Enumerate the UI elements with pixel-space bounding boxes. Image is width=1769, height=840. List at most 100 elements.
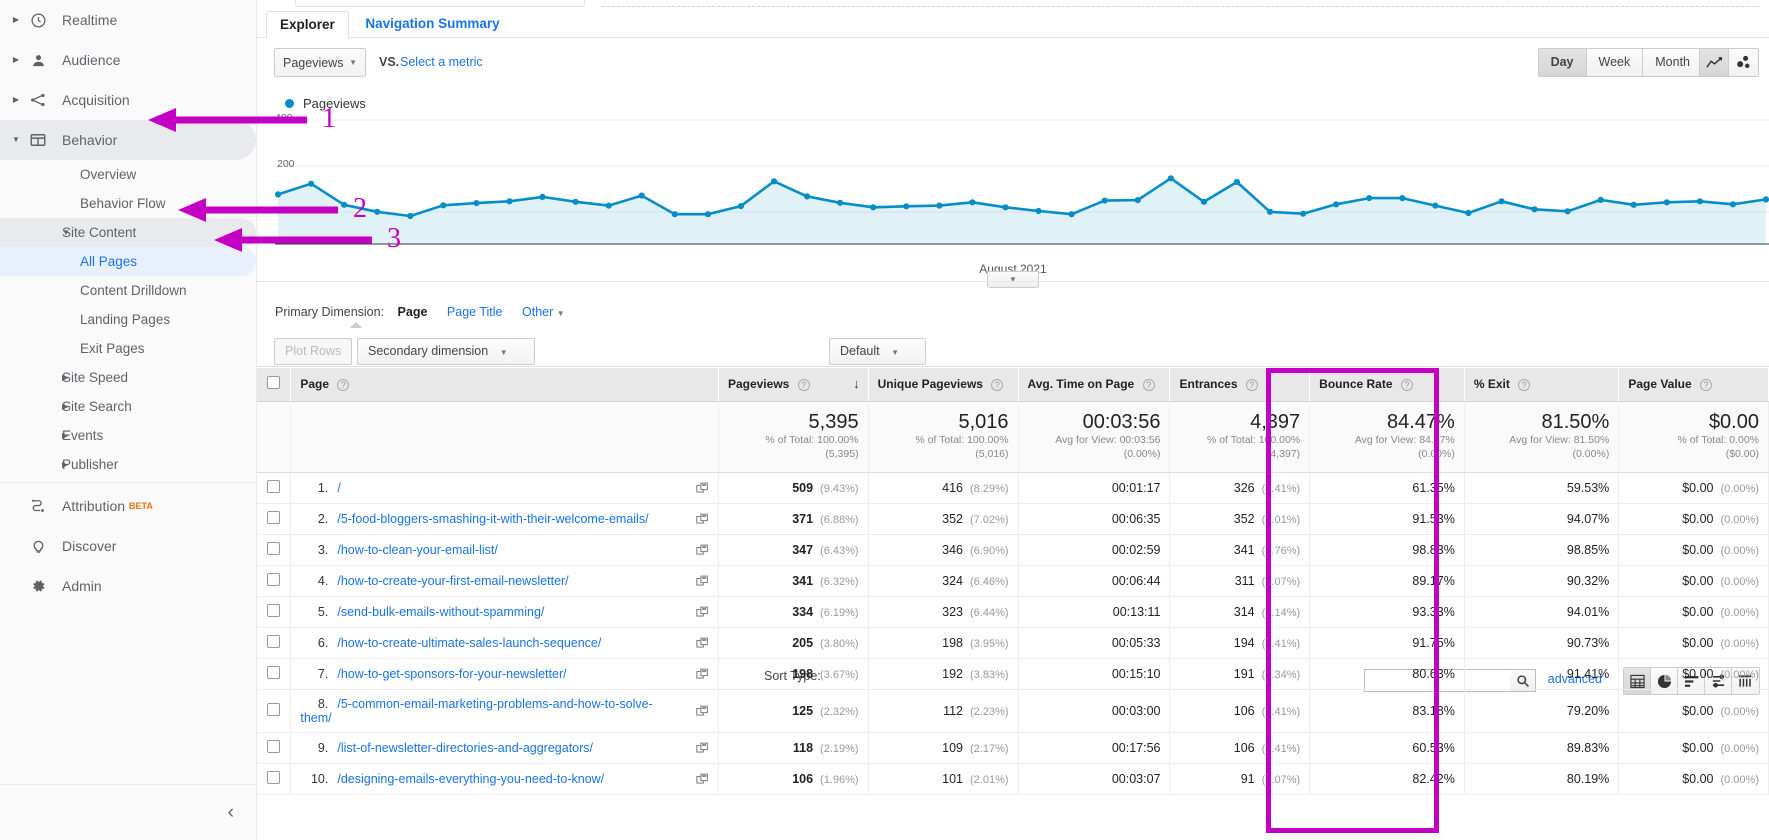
table-row[interactable]: 2. /5-food-bloggers-smashing-it-with-thei…: [257, 503, 1769, 535]
primary-dimension-other[interactable]: Other ▼: [522, 305, 565, 319]
table-row[interactable]: 9. /list-of-newsletter-directories-and-ag…: [257, 732, 1769, 764]
chart-point[interactable]: [1002, 204, 1009, 211]
page-link[interactable]: /5-common-email-marketing-problems-and-h…: [300, 697, 652, 725]
column-header-pageviews[interactable]: Pageviews ? ↓: [718, 368, 869, 402]
table-row[interactable]: 5. /send-bulk-emails-without-spamming/334…: [257, 596, 1769, 628]
chart-point[interactable]: [605, 202, 612, 209]
column-header-entrances[interactable]: Entrances ?: [1169, 368, 1311, 402]
open-in-new-icon[interactable]: [696, 741, 709, 754]
page-link[interactable]: /how-to-create-ultimate-sales-launch-seq…: [337, 636, 601, 650]
column-header-bounce-rate[interactable]: Bounce Rate ?: [1309, 368, 1465, 402]
chart-point[interactable]: [1068, 211, 1075, 218]
page-link[interactable]: /how-to-clean-your-email-list/: [337, 543, 497, 557]
help-icon[interactable]: ?: [1142, 379, 1155, 392]
chart-point[interactable]: [1035, 207, 1042, 215]
chart-point[interactable]: [473, 200, 480, 207]
column-header-page[interactable]: Page ?: [290, 368, 719, 402]
chart-point[interactable]: [1597, 196, 1604, 203]
granularity-day-button[interactable]: Day: [1538, 49, 1587, 76]
open-in-new-icon[interactable]: [696, 543, 709, 556]
chart-point[interactable]: [1200, 198, 1207, 205]
column-header-avg-time-on-page[interactable]: Avg. Time on Page ?: [1018, 368, 1171, 402]
tab-explorer[interactable]: Explorer: [266, 11, 349, 39]
chart-point[interactable]: [1399, 195, 1406, 202]
chart-point[interactable]: [638, 192, 645, 199]
chart-expand-handle[interactable]: ▼: [987, 271, 1039, 288]
metric-select[interactable]: Pageviews ▼: [274, 48, 366, 77]
row-checkbox[interactable]: [267, 572, 281, 586]
chart-point[interactable]: [1630, 201, 1637, 208]
chart-point[interactable]: [1729, 201, 1736, 208]
chart-point[interactable]: [1432, 202, 1439, 209]
sidebar-item-site-search[interactable]: ▶ Site Search: [0, 392, 256, 421]
row-checkbox[interactable]: [267, 665, 281, 679]
column-header-page-value[interactable]: Page Value ?: [1618, 368, 1769, 402]
chart-point[interactable]: [407, 212, 414, 220]
sidebar-item-content-drilldown[interactable]: Content Drilldown: [0, 276, 256, 305]
row-checkbox[interactable]: [267, 702, 281, 716]
chart-point[interactable]: [1233, 178, 1240, 186]
chart-point[interactable]: [1266, 208, 1274, 215]
chart-point[interactable]: [539, 193, 546, 200]
sidebar-item-site-content[interactable]: ▼ Site Content: [0, 218, 256, 247]
row-checkbox[interactable]: [267, 510, 281, 524]
chart-point[interactable]: [1696, 198, 1703, 205]
chart-point[interactable]: [1333, 201, 1340, 208]
row-checkbox[interactable]: [267, 739, 281, 753]
chart-point[interactable]: [506, 198, 513, 205]
open-in-new-icon[interactable]: [696, 481, 709, 494]
sidebar-item-landing-pages[interactable]: Landing Pages: [0, 305, 256, 334]
help-icon[interactable]: ?: [1245, 379, 1258, 392]
table-row[interactable]: 3. /how-to-clean-your-email-list/347 (6.43…: [257, 534, 1769, 566]
chart-point[interactable]: [1101, 197, 1108, 204]
open-in-new-icon[interactable]: [696, 636, 709, 649]
open-in-new-icon[interactable]: [696, 605, 709, 618]
help-icon[interactable]: ?: [337, 379, 350, 392]
sidebar-item-overview[interactable]: Overview: [0, 160, 256, 189]
row-checkbox[interactable]: [267, 634, 281, 648]
page-link[interactable]: /send-bulk-emails-without-spamming/: [337, 605, 544, 619]
chart-point[interactable]: [308, 180, 315, 187]
chart-point[interactable]: [275, 191, 282, 198]
sidebar-item-audience[interactable]: ▶ Audience: [0, 40, 256, 80]
chart-point[interactable]: [572, 198, 579, 205]
pageviews-chart[interactable]: 400 200: [275, 112, 1769, 258]
page-link[interactable]: /designing-emails-everything-you-need-to…: [337, 772, 604, 786]
help-icon[interactable]: ?: [797, 379, 810, 392]
sidebar-item-all-pages[interactable]: All Pages: [0, 247, 256, 276]
sidebar-item-behavior[interactable]: ▼ Behavior: [0, 120, 256, 160]
sidebar-item-discover[interactable]: Discover: [0, 526, 256, 566]
line-chart-icon[interactable]: [1700, 49, 1729, 76]
chart-point[interactable]: [1300, 210, 1307, 217]
page-link[interactable]: /5-food-bloggers-smashing-it-with-their-…: [337, 512, 648, 526]
row-checkbox[interactable]: [267, 541, 281, 555]
chart-point[interactable]: [704, 211, 711, 218]
sort-type-button[interactable]: Default ▼: [829, 338, 927, 365]
motion-chart-icon[interactable]: [1729, 49, 1758, 76]
sidebar-item-publisher[interactable]: ▶ Publisher: [0, 450, 256, 479]
chart-point[interactable]: [374, 208, 381, 215]
primary-dimension-page[interactable]: Page: [398, 305, 428, 319]
tab-navigation-summary[interactable]: Navigation Summary: [352, 11, 512, 39]
chevron-left-icon[interactable]: ‹: [228, 802, 234, 824]
chart-point[interactable]: [1663, 199, 1670, 206]
open-in-new-icon[interactable]: [696, 574, 709, 587]
chart-point[interactable]: [804, 193, 811, 200]
table-row[interactable]: 4. /how-to-create-your-first-email-newsle…: [257, 565, 1769, 597]
chart-point[interactable]: [671, 211, 678, 218]
table-row[interactable]: 10. /designing-emails-everything-you-need…: [257, 763, 1769, 795]
granularity-month-button[interactable]: Month: [1643, 49, 1702, 76]
chart-point[interactable]: [1531, 206, 1538, 213]
chart-point[interactable]: [1564, 208, 1571, 215]
help-icon[interactable]: ?: [1400, 379, 1413, 392]
sidebar-item-acquisition[interactable]: ▶ Acquisition: [0, 80, 256, 120]
chart-point[interactable]: [770, 178, 778, 185]
page-link[interactable]: /how-to-create-your-first-email-newslett…: [337, 574, 568, 588]
sidebar-item-realtime[interactable]: ▶ Realtime: [0, 0, 256, 40]
chart-point[interactable]: [1762, 196, 1769, 203]
open-in-new-icon[interactable]: [696, 704, 709, 717]
chart-point[interactable]: [969, 199, 976, 206]
table-row[interactable]: 6. /how-to-create-ultimate-sales-launch-s…: [257, 627, 1769, 659]
page-link[interactable]: /: [337, 481, 340, 495]
chart-point[interactable]: [1134, 197, 1141, 204]
